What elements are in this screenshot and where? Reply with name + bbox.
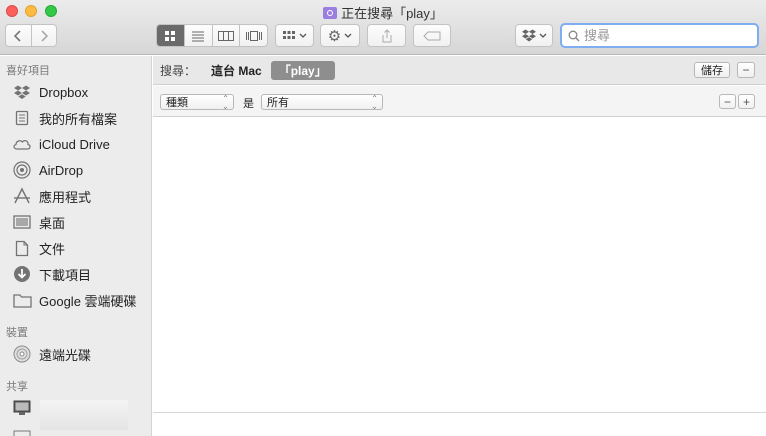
window-title-area: 正在搜尋「play」 — [0, 3, 766, 22]
chevron-left-icon — [14, 29, 21, 42]
sidebar-item-all-files[interactable]: 我的所有檔案 — [12, 107, 117, 129]
title-bar: 正在搜尋「play」 ⚙ 搜尋 — [0, 0, 766, 55]
list-view-button[interactable] — [185, 25, 213, 46]
updown-arrows-icon: ⌃ ⌃ — [222, 94, 229, 111]
share-icon — [382, 28, 391, 42]
favorites-header: 喜好項目 — [6, 65, 50, 77]
computer-icon — [12, 426, 32, 436]
dropbox-icon — [12, 83, 32, 101]
dropbox-icon — [521, 29, 536, 42]
tags-button[interactable] — [413, 24, 451, 47]
download-icon — [12, 265, 32, 283]
remove-scope-button[interactable]: − — [737, 62, 755, 78]
all-files-icon — [12, 109, 32, 127]
sidebar-item-desktop[interactable]: 桌面 — [12, 211, 65, 233]
back-button[interactable] — [6, 25, 32, 46]
icon-view-button[interactable] — [157, 25, 185, 46]
disc-icon — [12, 345, 32, 363]
sidebar-item-downloads[interactable]: 下載項目 — [12, 263, 91, 285]
sidebar-item-label: 我的所有檔案 — [39, 111, 118, 127]
dropbox-toolbar-button[interactable] — [515, 24, 553, 47]
sidebar-item-label: 下載項目 — [39, 267, 92, 283]
sidebar-item-label: Google 雲端硬碟 — [39, 293, 137, 309]
cover-flow-view-button[interactable] — [240, 25, 267, 46]
sidebar-item-label: AirDrop — [39, 162, 84, 178]
sidebar-item-label: Dropbox — [39, 84, 89, 100]
forward-button[interactable] — [32, 25, 57, 46]
airdrop-icon — [12, 161, 32, 179]
window-title: 正在搜尋「play」 — [341, 6, 443, 21]
chevron-down-icon — [539, 33, 546, 38]
grid-icon — [165, 30, 176, 41]
folder-icon — [12, 291, 32, 309]
columns-icon — [217, 30, 234, 41]
sidebar-item-dropbox[interactable]: Dropbox — [12, 81, 88, 103]
search-criteria-row: 種類 ⌃ ⌃ 是 所有 ⌃ ⌃ − + — [153, 86, 766, 117]
sidebar-item-label: 文件 — [39, 241, 66, 257]
applications-icon — [12, 187, 32, 205]
chevron-right-icon — [41, 29, 48, 42]
kind-value-popup[interactable]: 所有 ⌃ ⌃ — [261, 94, 383, 110]
list-icon — [192, 31, 205, 41]
chevron-down-icon — [344, 33, 352, 38]
sidebar-item-shared-computer-2[interactable] — [12, 424, 39, 436]
sidebar-item-remote-disc[interactable]: 遠端光碟 — [12, 343, 91, 365]
sidebar-item-label: iCloud Drive — [39, 136, 110, 152]
arrange-grid-icon — [283, 30, 295, 39]
chevron-down-icon — [299, 33, 307, 38]
devices-header: 裝置 — [6, 327, 28, 339]
view-mode-control — [156, 24, 268, 47]
is-label: 是 — [243, 98, 254, 110]
results-area[interactable] — [153, 118, 766, 412]
sidebar-item-airdrop[interactable]: AirDrop — [12, 159, 83, 181]
sidebar-item-icloud-drive[interactable]: iCloud Drive — [12, 133, 110, 155]
search-input[interactable] — [584, 28, 744, 43]
updown-arrows-icon: ⌃ ⌃ — [371, 94, 378, 111]
sidebar-item-documents[interactable]: 文件 — [12, 237, 65, 259]
cloud-icon — [12, 135, 32, 153]
action-button[interactable]: ⚙ — [320, 24, 360, 47]
sidebar-item-shared-computer[interactable] — [12, 397, 128, 430]
sidebar-item-label: 應用程式 — [39, 189, 92, 205]
search-field[interactable] — [560, 23, 759, 48]
save-search-button[interactable]: 儲存 — [694, 62, 730, 78]
navigation-buttons — [5, 24, 57, 47]
gear-icon: ⚙ — [327, 27, 342, 45]
redacted-name — [40, 400, 128, 430]
arrange-button[interactable] — [275, 24, 314, 47]
scope-this-mac[interactable]: 這台 Mac — [211, 62, 262, 79]
scope-label: 搜尋： — [160, 63, 197, 78]
sidebar-item-label: 桌面 — [39, 215, 66, 231]
magnifier-icon — [568, 30, 580, 42]
path-bar — [153, 412, 766, 436]
search-scope-bar: 搜尋： 這台 Mac 「play」 儲存 − — [153, 56, 766, 85]
desktop-icon — [12, 213, 32, 231]
tag-icon — [423, 31, 441, 40]
sidebar-item-google-drive[interactable]: Google 雲端硬碟 — [12, 289, 137, 311]
sidebar: 喜好項目 Dropbox 我的所有檔案 iCloud Drive AirDrop… — [0, 56, 152, 436]
remove-criteria-button[interactable]: − — [719, 94, 736, 109]
add-criteria-button[interactable]: + — [738, 94, 755, 109]
sidebar-item-label: 遠端光碟 — [39, 347, 92, 363]
attribute-value: 種類 — [166, 97, 188, 109]
smart-folder-icon — [323, 7, 338, 19]
shared-header: 共享 — [6, 381, 28, 393]
share-button[interactable] — [367, 24, 406, 47]
computer-icon — [12, 399, 32, 417]
kind-value: 所有 — [267, 97, 289, 109]
scope-current-selected[interactable]: 「play」 — [270, 60, 335, 80]
cover-flow-icon — [245, 30, 262, 41]
sidebar-item-applications[interactable]: 應用程式 — [12, 185, 91, 207]
document-icon — [12, 239, 32, 257]
attribute-popup[interactable]: 種類 ⌃ ⌃ — [160, 94, 234, 110]
column-view-button[interactable] — [213, 25, 241, 46]
